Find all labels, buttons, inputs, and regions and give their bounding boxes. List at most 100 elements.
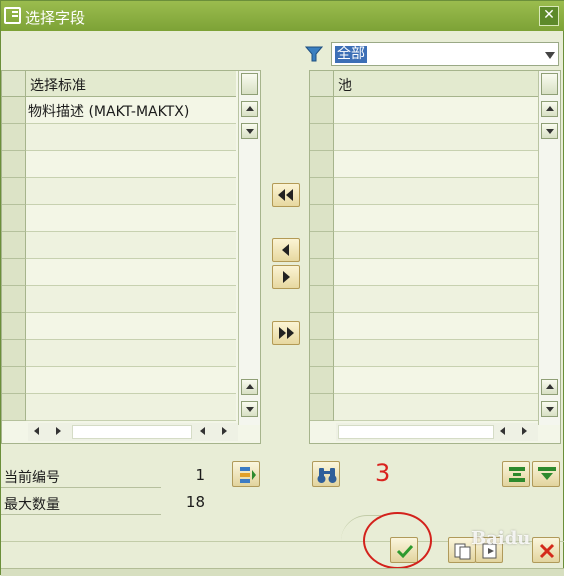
row-selector[interactable]	[2, 259, 26, 286]
scroll-up-icon[interactable]	[541, 101, 558, 117]
row-selector[interactable]	[2, 205, 26, 232]
scroll-down-icon[interactable]	[241, 123, 258, 139]
current-number-value: 1	[195, 466, 205, 484]
row-selector[interactable]	[310, 367, 334, 394]
table-row[interactable]	[26, 232, 236, 259]
table-row[interactable]	[26, 340, 236, 367]
row-selector[interactable]	[310, 340, 334, 367]
table-row[interactable]	[334, 313, 538, 340]
row-selector[interactable]	[310, 394, 334, 421]
horizontal-scrollbar[interactable]	[28, 423, 238, 441]
row-selector[interactable]	[2, 286, 26, 313]
row-selector[interactable]	[2, 178, 26, 205]
scroll-down-icon[interactable]	[541, 123, 558, 139]
table-row[interactable]	[334, 367, 538, 394]
move-one-right-button[interactable]	[272, 265, 300, 289]
row-selector[interactable]	[2, 97, 26, 124]
scroll-left-icon[interactable]	[500, 427, 505, 435]
row-selector[interactable]	[310, 286, 334, 313]
table-row[interactable]	[26, 259, 236, 286]
table-row[interactable]	[334, 178, 538, 205]
filter-dropdown[interactable]: 全部	[331, 42, 559, 66]
scroll-page-up-icon[interactable]	[541, 379, 558, 395]
row-selector[interactable]	[310, 178, 334, 205]
table-row[interactable]	[334, 394, 538, 421]
collapse-all-button[interactable]	[532, 461, 560, 487]
scroll-track[interactable]	[72, 425, 192, 439]
pool-table: 池	[309, 70, 561, 444]
scroll-up-icon[interactable]	[241, 101, 258, 117]
dialog-title: 选择字段	[25, 9, 86, 27]
table-row[interactable]	[334, 259, 538, 286]
table-row[interactable]	[334, 151, 538, 178]
scroll-right-icon[interactable]	[222, 427, 227, 435]
table-corner	[310, 71, 334, 97]
scroll-left-icon[interactable]	[200, 427, 205, 435]
row-selector[interactable]	[2, 232, 26, 259]
row-selector[interactable]	[310, 151, 334, 178]
divider	[1, 487, 161, 488]
vertical-scrollbar[interactable]	[238, 71, 260, 425]
scroll-page-down-icon[interactable]	[541, 401, 558, 417]
scroll-page-down-icon[interactable]	[241, 401, 258, 417]
scroll-track[interactable]	[338, 425, 494, 439]
table-row[interactable]	[26, 205, 236, 232]
chevron-down-icon[interactable]	[545, 52, 555, 59]
table-corner	[2, 71, 26, 97]
table-row[interactable]	[26, 124, 236, 151]
row-selector[interactable]	[2, 313, 26, 340]
table-row[interactable]	[334, 97, 538, 124]
row-selector[interactable]	[310, 313, 334, 340]
watermark-logo: Baidu	[471, 528, 531, 549]
table-row[interactable]	[26, 313, 236, 340]
table-row[interactable]	[26, 151, 236, 178]
table-row[interactable]	[334, 124, 538, 151]
column-header-pool[interactable]: 池	[334, 71, 538, 97]
scroll-right-icon[interactable]	[522, 427, 527, 435]
table-cell: 物料描述 (MAKT-MAKTX)	[28, 104, 190, 120]
row-selector[interactable]	[2, 394, 26, 421]
sort-numbers-icon	[240, 467, 256, 483]
row-selector[interactable]	[310, 124, 334, 151]
reorder-button[interactable]	[232, 461, 260, 487]
table-row[interactable]	[26, 286, 236, 313]
find-button[interactable]	[312, 461, 340, 487]
scroll-right-icon[interactable]	[56, 427, 61, 435]
scroll-page-up-icon[interactable]	[241, 379, 258, 395]
row-selector[interactable]	[2, 124, 26, 151]
move-all-right-button[interactable]	[272, 321, 300, 345]
collapse-icon	[538, 467, 556, 480]
row-selector[interactable]	[310, 259, 334, 286]
row-selector[interactable]	[2, 367, 26, 394]
table-row[interactable]	[334, 205, 538, 232]
table-row[interactable]	[26, 178, 236, 205]
table-row[interactable]	[334, 340, 538, 367]
table-row[interactable]	[334, 232, 538, 259]
cancel-button[interactable]	[532, 537, 560, 563]
column-header-selection-criteria[interactable]: 选择标准	[26, 71, 236, 97]
select-fields-dialog: 选择字段 ✕ 全部 选择标准 物料描述 (MAKT-MAKTX) 池 当前编号 …	[0, 0, 564, 576]
row-selector[interactable]	[310, 205, 334, 232]
arrow-right-icon	[283, 271, 290, 283]
row-selector[interactable]	[310, 97, 334, 124]
row-selector[interactable]	[310, 232, 334, 259]
current-number-label: 当前编号	[4, 470, 60, 486]
table-row[interactable]: 物料描述 (MAKT-MAKTX)	[26, 97, 236, 124]
arrow-left-icon	[282, 244, 289, 256]
table-row[interactable]	[26, 394, 236, 421]
table-row[interactable]	[334, 286, 538, 313]
close-button[interactable]: ✕	[539, 6, 559, 26]
scroll-left-icon[interactable]	[34, 427, 39, 435]
max-count-label: 最大数量	[4, 497, 60, 513]
expand-all-button[interactable]	[502, 461, 530, 487]
move-one-left-button[interactable]	[272, 238, 300, 262]
double-arrow-right-icon	[279, 327, 294, 339]
vertical-scrollbar[interactable]	[538, 71, 560, 425]
row-selector[interactable]	[2, 340, 26, 367]
horizontal-scrollbar[interactable]	[336, 423, 538, 441]
row-selector[interactable]	[2, 151, 26, 178]
move-all-left-button[interactable]	[272, 183, 300, 207]
scroll-corner	[541, 73, 558, 95]
selection-criteria-table: 选择标准 物料描述 (MAKT-MAKTX)	[1, 70, 261, 444]
table-row[interactable]	[26, 367, 236, 394]
